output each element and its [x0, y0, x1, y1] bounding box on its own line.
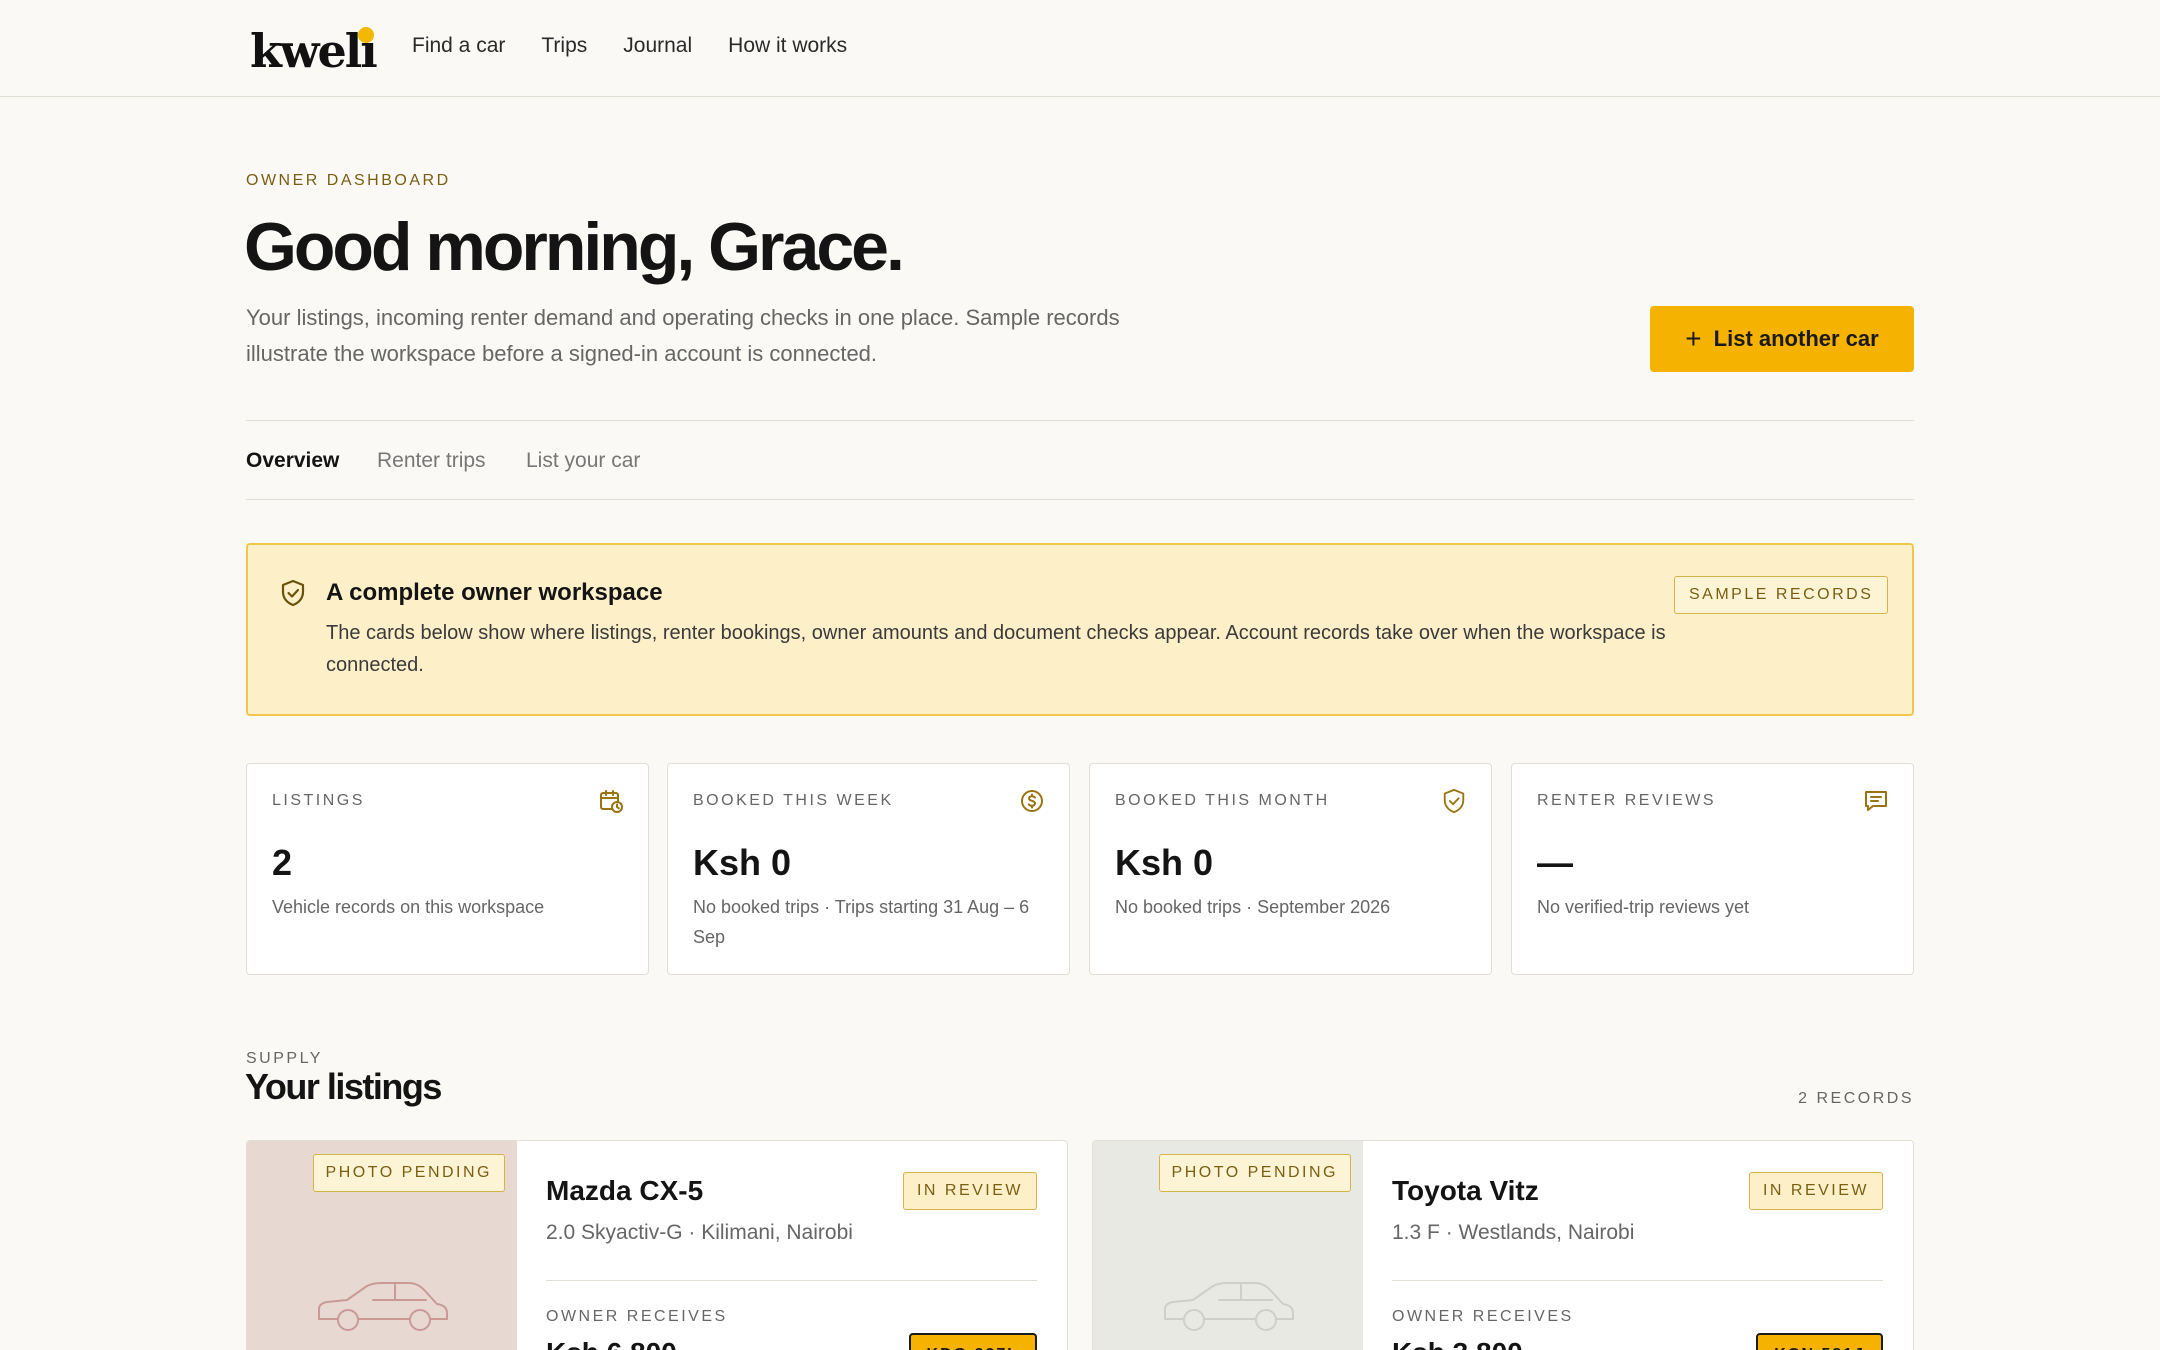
divider [1392, 1280, 1883, 1281]
page-title: Good morning, Grace. [244, 209, 905, 285]
tab-list-your-car[interactable]: List your car [526, 449, 640, 473]
dollar-circle-icon [1019, 788, 1045, 819]
car-outline-icon [1164, 1282, 1294, 1331]
notice-title: A complete owner workspace [326, 579, 663, 606]
stat-value: 2 [272, 842, 293, 883]
nav-link-trips[interactable]: Trips [541, 34, 587, 58]
listing-card[interactable]: PHOTO PENDING Toyota Vitz 1.3 F · Westla… [1092, 1140, 1914, 1350]
tab-renter-trips[interactable]: Renter trips [377, 449, 486, 473]
shield-check-icon [280, 579, 306, 612]
logo-dot [358, 27, 374, 43]
nav-link-how-it-works[interactable]: How it works [728, 34, 847, 58]
stat-label: BOOKED THIS WEEK [693, 792, 894, 809]
stat-label: BOOKED THIS MONTH [1115, 792, 1330, 809]
stat-cards: LISTINGS 2 Vehicle records on this works… [246, 763, 1914, 975]
owner-amount: Ksh 3,800 [1392, 1337, 1523, 1350]
listing-photo-placeholder: PHOTO PENDING [247, 1141, 517, 1350]
listing-photo-placeholder: PHOTO PENDING [1093, 1141, 1363, 1350]
stat-subtext: Vehicle records on this workspace [272, 897, 545, 917]
stat-card-booked-month: BOOKED THIS MONTH Ksh 0 No booked trips … [1089, 763, 1492, 975]
car-outline-icon [318, 1282, 448, 1331]
stat-subtext: No booked trips · Trips starting 31 Aug … [693, 897, 1030, 947]
stat-label: LISTINGS [272, 792, 365, 809]
notice-text: The cards below show where listings, ren… [326, 622, 1666, 676]
owner-receives-label: OWNER RECEIVES [546, 1308, 728, 1325]
listing-card[interactable]: PHOTO PENDING Mazda CX-5 2.0 Skyactiv-G … [246, 1140, 1068, 1350]
plate-badge: KCN 581J [1756, 1333, 1883, 1350]
stat-value: Ksh 0 [693, 842, 792, 883]
listing-spec: 1.3 F · Westlands, Nairobi [1392, 1221, 1635, 1244]
message-icon [1863, 788, 1889, 819]
section-title: Your listings [245, 1066, 442, 1107]
status-badge: IN REVIEW [1748, 1172, 1883, 1210]
stat-subtext: No booked trips · September 2026 [1115, 897, 1391, 917]
stat-value: — [1537, 842, 1573, 883]
workspace-notice: A complete owner workspace The cards bel… [246, 543, 1914, 716]
stat-label: RENTER REVIEWS [1537, 792, 1717, 809]
plate-badge: KDG 227L [908, 1333, 1037, 1350]
stat-card-booked-week: BOOKED THIS WEEK Ksh 0 No booked trips ·… [667, 763, 1070, 975]
sample-records-badge: SAMPLE RECORDS [1674, 576, 1889, 614]
records-count: 2 RECORDS [1798, 1090, 1914, 1107]
owner-receives-label: OWNER RECEIVES [1392, 1308, 1574, 1325]
tab-overview[interactable]: Overview [246, 449, 339, 473]
list-another-car-button[interactable]: + List another car [1650, 306, 1914, 372]
listing-spec: 2.0 Skyactiv-G · Kilimani, Nairobi [546, 1221, 853, 1244]
listing-name[interactable]: Mazda CX-5 [546, 1175, 703, 1207]
owner-amount: Ksh 6,800 [546, 1337, 677, 1350]
divider [546, 1280, 1037, 1281]
dashboard-tabs: Overview Renter trips List your car [246, 420, 1914, 500]
plus-icon: + [1685, 323, 1702, 354]
top-nav: kweli Find a car Trips Journal How it wo… [0, 0, 2160, 97]
stat-card-listings: LISTINGS 2 Vehicle records on this works… [246, 763, 649, 975]
status-badge: IN REVIEW [902, 1172, 1037, 1210]
stat-subtext: No verified-trip reviews yet [1537, 897, 1750, 917]
stat-value: Ksh 0 [1115, 842, 1214, 883]
nav-link-find-a-car[interactable]: Find a car [412, 34, 505, 58]
list-another-car-label: List another car [1713, 326, 1879, 351]
calendar-clock-icon [598, 788, 624, 819]
photo-pending-badge: PHOTO PENDING [1158, 1154, 1351, 1192]
intro-text: Your listings, incoming renter demand an… [246, 305, 1120, 366]
kweli-logo[interactable]: kweli [250, 24, 378, 78]
stat-card-renter-reviews: RENTER REVIEWS — No verified-trip review… [1511, 763, 1914, 975]
photo-pending-badge: PHOTO PENDING [312, 1154, 505, 1192]
dashboard-eyebrow: OWNER DASHBOARD [246, 172, 451, 189]
nav-link-journal[interactable]: Journal [623, 34, 692, 58]
shield-check-icon [1441, 788, 1467, 819]
listing-name[interactable]: Toyota Vitz [1392, 1175, 1539, 1207]
nav-links: Find a car Trips Journal How it works [412, 34, 847, 58]
